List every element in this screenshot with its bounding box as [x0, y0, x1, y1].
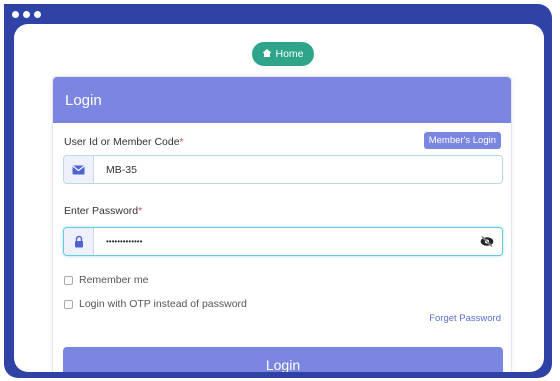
forget-password-link[interactable]: Forget Password: [429, 313, 501, 324]
password-input[interactable]: •••••••••••••: [94, 237, 476, 246]
otp-login-checkbox[interactable]: [64, 299, 73, 309]
home-label: Home: [275, 48, 304, 60]
login-card: Login User Id or Member Code* Member's L…: [52, 76, 512, 372]
otp-login-row[interactable]: Login with OTP instead of password: [64, 298, 247, 310]
otp-login-label: Login with OTP instead of password: [79, 298, 247, 310]
remember-me-label: Remember me: [79, 274, 149, 286]
login-card-header: Login: [53, 77, 511, 123]
envelope-icon: [64, 156, 94, 183]
password-label: Enter Password*: [64, 205, 143, 217]
members-login-button[interactable]: Member's Login: [423, 132, 501, 149]
remember-me-checkbox[interactable]: [64, 275, 73, 285]
window-dot[interactable]: [23, 11, 30, 18]
home-button[interactable]: Home: [252, 42, 314, 66]
window-dot[interactable]: [34, 11, 41, 18]
eye-slash-icon[interactable]: [476, 236, 498, 247]
required-mark: *: [179, 136, 184, 148]
browser-frame: Home Login User Id or Member Code* Membe…: [4, 4, 552, 378]
user-id-field[interactable]: MB-35: [63, 155, 503, 184]
user-id-label: User Id or Member Code*: [64, 136, 184, 148]
lock-icon: [64, 228, 94, 255]
page-viewport: Home Login User Id or Member Code* Membe…: [14, 24, 544, 372]
password-field[interactable]: •••••••••••••: [63, 227, 503, 256]
required-mark: *: [138, 205, 143, 217]
user-id-input[interactable]: MB-35: [94, 164, 502, 176]
home-icon: [262, 48, 272, 61]
window-dot[interactable]: [12, 11, 19, 18]
remember-me-row[interactable]: Remember me: [64, 274, 148, 286]
login-title: Login: [65, 91, 102, 109]
window-controls: [12, 11, 41, 18]
login-submit-button[interactable]: Login: [63, 347, 503, 372]
